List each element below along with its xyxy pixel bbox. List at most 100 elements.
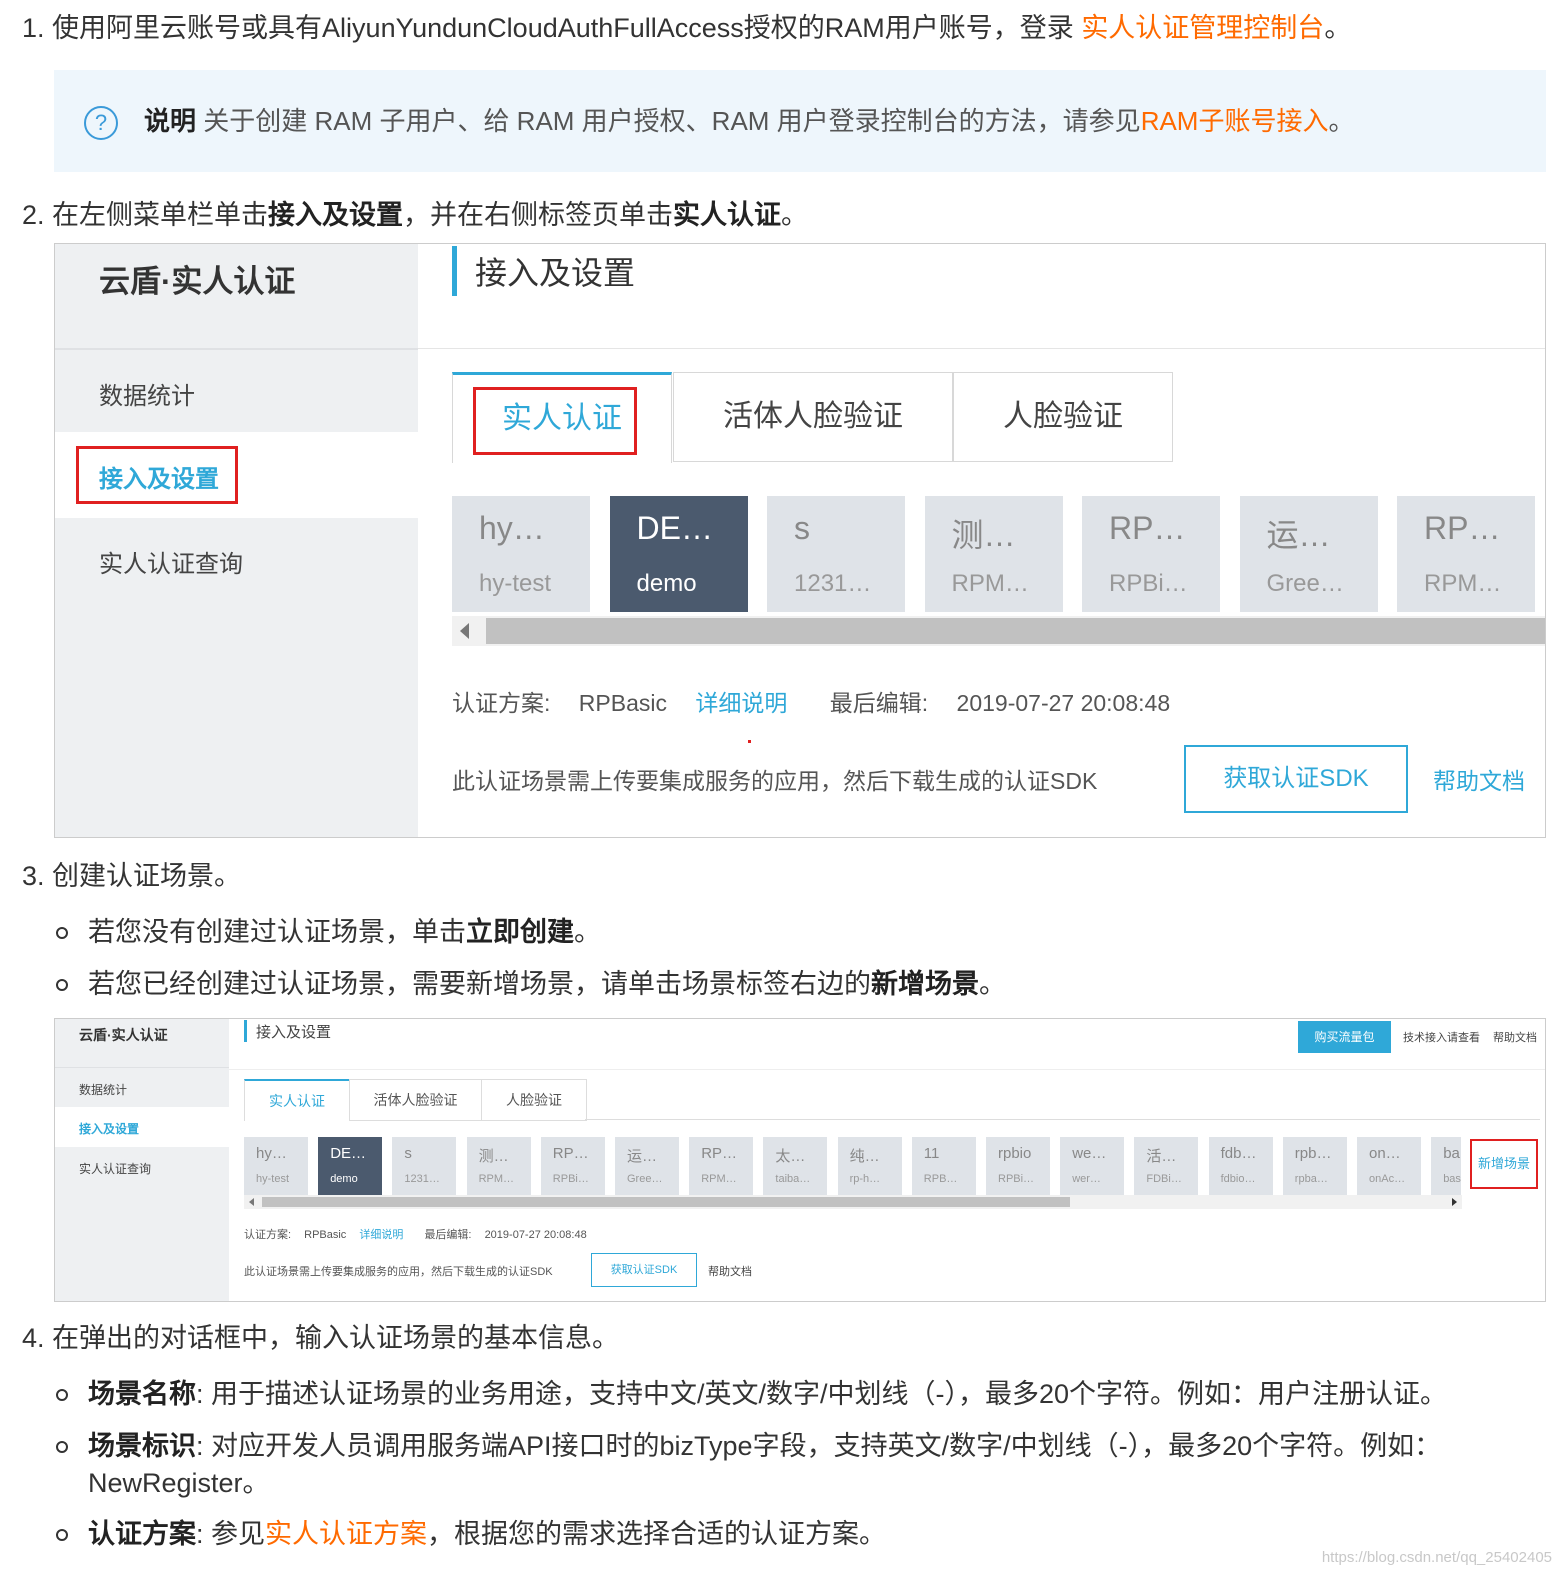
scene-card-id: rpba… <box>1294 1173 1328 1185</box>
scene-card-id: demo <box>636 570 697 597</box>
sidebar-item-stats[interactable]: 数据统计 <box>99 376 195 411</box>
scroll-left-icon[interactable] <box>460 623 469 639</box>
question-icon: ? <box>84 106 118 140</box>
bullet-end: 。 <box>574 917 601 947</box>
scene-card-id: demo <box>330 1173 358 1185</box>
step-text: 在左侧菜单栏单击 <box>52 200 269 230</box>
tab-real-person[interactable]: 实人认证 <box>244 1079 350 1121</box>
scene-card[interactable]: 测… RPM… <box>466 1137 531 1195</box>
scene-card-name: s <box>794 510 810 546</box>
scene-card[interactable]: s 1231… <box>767 496 905 612</box>
scene-card-id: rp-h… <box>849 1173 881 1185</box>
step-number: 2. <box>22 200 45 230</box>
scheme-label: 认证方案: <box>452 690 551 716</box>
step-text: 使用阿里云账号或具有AliyunYundunCloudAuthFullAcces… <box>52 13 1082 43</box>
item-end: ，根据您的需求选择合适的认证方案。 <box>427 1519 887 1549</box>
scene-card-name: hy… <box>256 1145 287 1162</box>
scene-card[interactable]: s 1231… <box>392 1137 457 1195</box>
help-doc-link[interactable]: 帮助文档 <box>708 1263 752 1279</box>
scene-card[interactable]: DE… demo <box>609 496 748 612</box>
get-sdk-button[interactable]: 获取认证SDK <box>591 1253 697 1287</box>
scene-card[interactable]: we… wer… <box>1060 1137 1125 1195</box>
sidebar-item-settings[interactable]: 接入及设置 <box>79 1120 139 1137</box>
scene-card[interactable]: 11 RPB… <box>911 1137 976 1195</box>
scene-card-name: 测… <box>951 517 1016 553</box>
scene-card[interactable]: on… onAc… <box>1357 1137 1421 1195</box>
highlight-box <box>473 387 637 455</box>
scene-card[interactable]: DE… demo <box>318 1137 383 1195</box>
scene-card[interactable]: rpb… rpba… <box>1282 1137 1347 1195</box>
sidebar-item-query[interactable]: 实人认证查询 <box>99 544 243 579</box>
step-4-item-scheme: 认证方案: 参见实人认证方案，根据您的需求选择合适的认证方案。 <box>88 1516 886 1552</box>
add-scene-button[interactable]: 新增场景 <box>1470 1139 1538 1189</box>
console-link[interactable]: 实人认证管理控制台 <box>1081 13 1324 43</box>
scheme-row: 认证方案: RPBasic 详细说明 最后编辑: 2019-07-27 20:0… <box>244 1226 587 1242</box>
scene-card[interactable]: RP… RPBi… <box>540 1137 605 1195</box>
scroll-thumb[interactable] <box>486 618 1545 644</box>
scheme-link[interactable]: 实人认证方案 <box>265 1519 427 1549</box>
scene-card[interactable]: RP… RPM… <box>689 1137 754 1195</box>
scene-card[interactable]: fdb… fdbio… <box>1208 1137 1273 1195</box>
sidebar-item-settings[interactable]: 接入及设置 <box>99 459 219 494</box>
scene-card[interactable]: RP… RPM… <box>1397 496 1535 612</box>
scene-card-name: RP… <box>552 1145 589 1162</box>
step-end: 。 <box>781 200 809 230</box>
scene-card-id: FDBi… <box>1146 1173 1182 1185</box>
scene-card-id: RPBi… <box>552 1173 589 1185</box>
step-4-item-name: 场景名称: 用于描述认证场景的业务用途，支持中文/英文/数字/中划线（-），最多… <box>88 1376 1447 1412</box>
console-screenshot-1: 云盾·实人认证 数据统计 接入及设置 实人认证查询 接入及设置 实人认证 活体人… <box>54 243 1546 838</box>
detail-link[interactable]: 详细说明 <box>695 690 787 716</box>
scroll-thumb[interactable] <box>262 1197 1070 1207</box>
scroll-left-icon[interactable] <box>249 1198 254 1206</box>
bullet-bold: 立即创建 <box>466 917 574 947</box>
scheme-value: RPBasic <box>578 690 667 716</box>
scene-card-name: 测… <box>478 1148 509 1165</box>
scene-card[interactable]: hy… hy-test <box>244 1137 308 1195</box>
bullet-icon <box>56 979 68 991</box>
horizontal-scrollbar[interactable] <box>452 616 1545 646</box>
step-4: 4. 在弹出的对话框中，输入认证场景的基本信息。 <box>22 1320 619 1356</box>
scene-card[interactable]: RP… RPBi… <box>1082 496 1220 612</box>
scheme-row: 认证方案: RPBasic 详细说明 最后编辑: 2019-07-27 20:0… <box>452 684 1170 718</box>
page-title: 接入及设置 <box>256 1024 332 1041</box>
scene-card[interactable]: 测… RPM… <box>924 496 1063 612</box>
scene-card[interactable]: rpbio RPBi… <box>986 1137 1050 1195</box>
sidebar-item-query[interactable]: 实人认证查询 <box>79 1160 151 1177</box>
ram-subaccount-link[interactable]: RAM子账号接入 <box>1141 106 1329 136</box>
brand-title: 云盾·实人认证 <box>99 264 296 299</box>
scene-card[interactable]: ba bas <box>1431 1137 1462 1195</box>
scene-card[interactable]: hy… hy-test <box>452 496 590 612</box>
bullet-icon <box>56 1441 68 1453</box>
scene-card-name: rpbio <box>998 1145 1032 1162</box>
scene-card[interactable]: 太… taiba… <box>763 1137 828 1195</box>
scroll-right-icon[interactable] <box>1452 1198 1457 1206</box>
get-sdk-button[interactable]: 获取认证SDK <box>1184 745 1408 813</box>
scene-card-id: RPM… <box>701 1173 737 1185</box>
scene-card[interactable]: 纯… rp-h… <box>837 1137 902 1195</box>
step-number: 3. <box>22 861 45 891</box>
edit-value: 2019-07-27 20:08:48 <box>484 1229 587 1241</box>
horizontal-scrollbar[interactable] <box>244 1195 1462 1209</box>
item-bold: 认证方案 <box>88 1519 196 1549</box>
scene-card[interactable]: 运… Gree… <box>1239 496 1378 612</box>
scene-card-name: s <box>404 1145 412 1162</box>
scene-card[interactable]: 活… FDBi… <box>1134 1137 1199 1195</box>
bullet-text: 若您没有创建过认证场景，单击 <box>88 917 466 947</box>
help-doc-link[interactable]: 帮助文档 <box>1433 762 1525 796</box>
sidebar-item-stats[interactable]: 数据统计 <box>79 1081 127 1098</box>
scene-card-name: RP… <box>1424 510 1501 546</box>
detail-link[interactable]: 详细说明 <box>359 1229 403 1241</box>
bullet-bold: 新增场景 <box>871 969 979 999</box>
tab-liveness[interactable]: 活体人脸验证 <box>349 1079 482 1121</box>
help-doc-link-top[interactable]: 帮助文档 <box>1493 1029 1537 1045</box>
tab-face[interactable]: 人脸验证 <box>481 1079 587 1121</box>
scene-card[interactable]: 运… Gree… <box>615 1137 679 1195</box>
scene-card-id: bas <box>1443 1173 1461 1185</box>
buy-package-button[interactable]: 购买流量包 <box>1298 1021 1391 1053</box>
scene-card-id: wer… <box>1072 1173 1101 1185</box>
tab-face[interactable]: 人脸验证 <box>953 372 1173 462</box>
scene-card-name: DE… <box>636 510 713 546</box>
step-1: 1. 使用阿里云账号或具有AliyunYundunCloudAuthFullAc… <box>22 10 1351 46</box>
tab-liveness[interactable]: 活体人脸验证 <box>673 372 953 462</box>
scene-card-name: DE… <box>330 1145 367 1162</box>
